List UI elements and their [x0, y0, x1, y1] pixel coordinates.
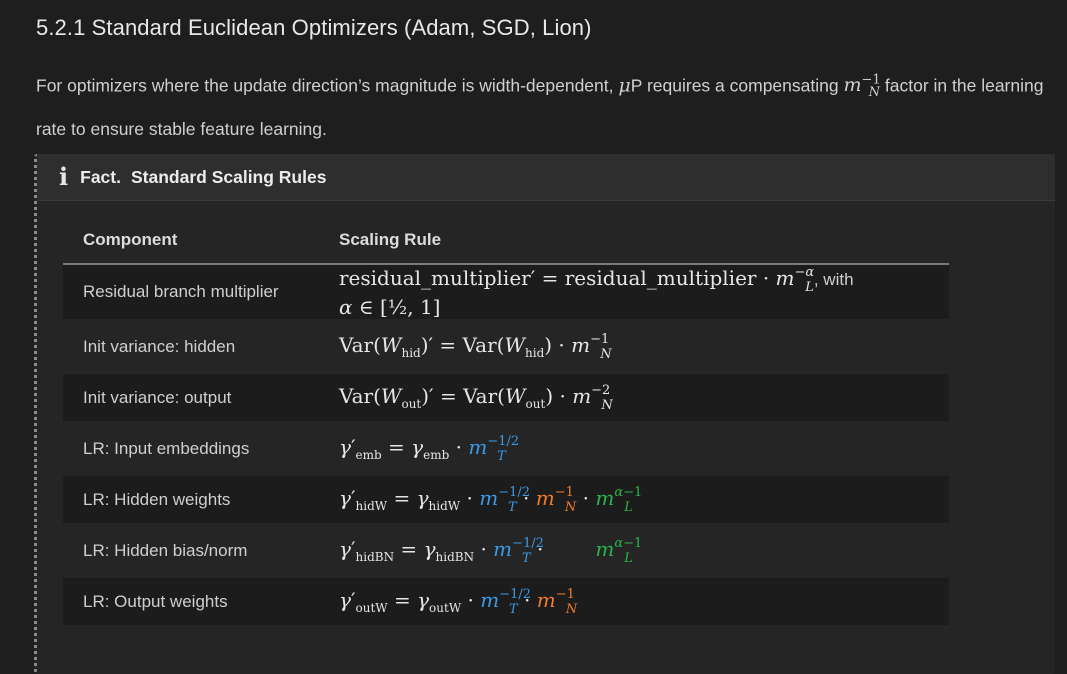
component-cell: LR: Input embeddings	[63, 423, 319, 476]
rule-cell: γ′outW = γoutW · m−1/2T · m−1N	[319, 576, 949, 629]
component-cell: Residual branch multiplier	[63, 264, 319, 323]
component-cell: LR: Output weights	[63, 576, 319, 629]
component-cell: Init variance: output	[63, 372, 319, 425]
rule-cell: Var(Whid)′ = Var(Whid) · m−1N	[319, 321, 949, 374]
table-row: LR: Output weights γ′outW = γoutW · m−1/…	[63, 576, 949, 629]
info-icon: i	[59, 162, 69, 191]
table-row: LR: Hidden weights γ′hidW = γhidW · m−1/…	[63, 474, 949, 527]
rule-cell: γ′emb = γemb · m−1/2T	[319, 423, 949, 476]
section-title: 5.2.1 Standard Euclidean Optimizers (Ada…	[36, 15, 592, 40]
intro-text-before: For optimizers where the update directio…	[36, 75, 619, 96]
table-row: Residual branch multiplier residual_mult…	[63, 264, 949, 323]
fact-box: i Fact. Standard Scaling Rules Component…	[34, 154, 1055, 674]
table-row: LR: Hidden bias/norm γ′hidBN = γhidBN · …	[63, 525, 949, 578]
intro-text-mu-suffix: P requires a compensating	[630, 75, 844, 96]
table-row: Init variance: output Var(Wout)′ = Var(W…	[63, 372, 949, 425]
rule-cell: γ′hidBN = γhidBN · m−1/2T · mα−1L	[319, 525, 949, 578]
component-cell: Init variance: hidden	[63, 321, 319, 374]
table-header-row: Component Scaling Rule	[63, 217, 949, 265]
table-row: Init variance: hidden Var(Whid)′ = Var(W…	[63, 321, 949, 374]
scaling-rules-table: Component Scaling Rule Residual branch m…	[63, 217, 949, 629]
fact-label: Fact.	[80, 166, 121, 187]
rule-cell: Var(Wout)′ = Var(Wout) · m−2N	[319, 372, 949, 425]
component-cell: LR: Hidden bias/norm	[63, 525, 319, 578]
component-cell: LR: Hidden weights	[63, 474, 319, 527]
header-component: Component	[63, 217, 319, 265]
rule-cell: γ′hidW = γhidW · m−1/2T · m−1N · mα−1L	[319, 474, 949, 527]
intro-factor: m−1N	[843, 73, 881, 101]
intro-mu-symbol: μ	[618, 74, 631, 97]
header-scaling-rule: Scaling Rule	[319, 217, 949, 265]
fact-title: Standard Scaling Rules	[130, 166, 327, 187]
fact-header: i Fact. Standard Scaling Rules	[37, 154, 1055, 201]
table-row: LR: Input embeddings γ′emb = γemb · m−1/…	[63, 423, 949, 476]
intro-paragraph: For optimizers where the update directio…	[36, 62, 1056, 148]
rule-cell: residual_multiplier′ = residual_multipli…	[319, 264, 949, 323]
